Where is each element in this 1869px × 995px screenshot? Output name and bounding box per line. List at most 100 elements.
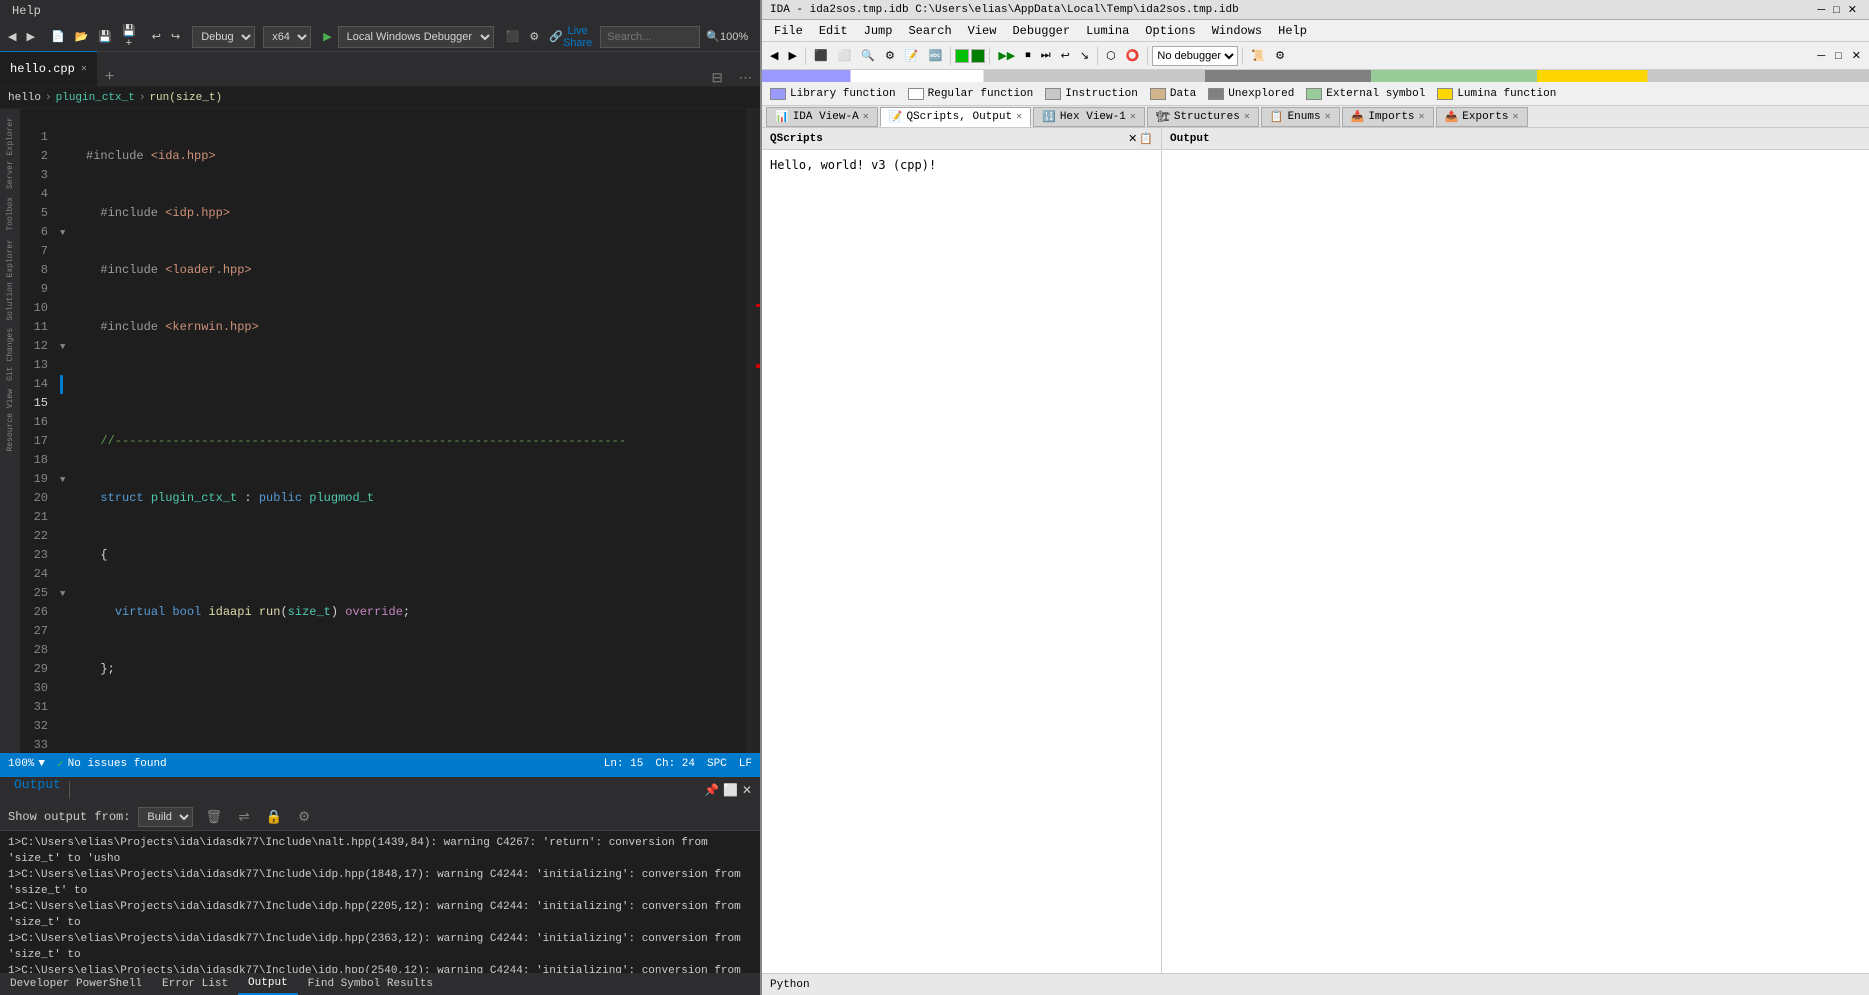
ida-btn-5[interactable]: 📝	[901, 45, 923, 67]
tab-hello-cpp[interactable]: hello.cpp ✕	[0, 51, 97, 86]
ida-attach-btn[interactable]: ⬡	[1102, 45, 1120, 67]
output-settings-btn[interactable]: ⚙	[294, 807, 314, 827]
tab-close-btn[interactable]: ✕	[81, 63, 87, 75]
ida-stop-btn[interactable]: ⏹	[1021, 45, 1035, 67]
code-content[interactable]: #include <ida.hpp> #include <idp.hpp> #i…	[78, 109, 746, 753]
ida-tab-imp-close[interactable]: ✕	[1419, 111, 1425, 123]
ida-tab-hex-close[interactable]: ✕	[1130, 111, 1136, 123]
arch-dropdown[interactable]: x64	[263, 26, 311, 48]
new-tab-btn[interactable]: +	[97, 68, 122, 86]
ida-minimize-panel-btn[interactable]: ─	[1813, 45, 1829, 67]
live-share-btn[interactable]: 🔗 Live Share	[545, 26, 596, 48]
clear-output-btn[interactable]: 🗑	[201, 807, 226, 827]
ida-minimize-btn[interactable]: ─	[1813, 4, 1829, 16]
save-all-btn[interactable]: 💾+	[118, 26, 140, 48]
ida-menu-view[interactable]: View	[960, 20, 1005, 41]
debugger-dropdown[interactable]: Local Windows Debugger	[338, 26, 494, 48]
word-wrap-btn[interactable]: ⇌	[234, 807, 253, 827]
search-input[interactable]	[600, 26, 700, 48]
lock-scroll-btn[interactable]: 🔒	[262, 807, 287, 827]
tab-developer-ps[interactable]: Developer PowerShell	[0, 973, 152, 995]
ida-tab-view-a[interactable]: 📊 IDA View-A ✕	[766, 107, 878, 127]
new-file-btn[interactable]: 📄	[47, 26, 69, 48]
sidebar-label-toolbox[interactable]: Toolbox	[6, 193, 15, 235]
ida-close-panel-btn[interactable]: ✕	[1848, 45, 1865, 67]
ida-tab-enum-close[interactable]: ✕	[1325, 111, 1331, 123]
breadcrumb-plugin[interactable]: plugin_ctx_t	[56, 92, 135, 104]
ida-menu-file[interactable]: File	[766, 20, 811, 41]
status-zoom[interactable]: 100% ▼	[8, 758, 45, 770]
ida-detach-btn[interactable]: ⭕	[1122, 45, 1144, 67]
ida-menu-jump[interactable]: Jump	[856, 20, 901, 41]
ida-settings-btn[interactable]: ⚙	[1271, 45, 1289, 67]
sidebar-label-server[interactable]: Server Explorer	[6, 113, 15, 193]
ida-tab-a-close[interactable]: ✕	[863, 111, 869, 123]
ida-menu-search[interactable]: Search	[900, 20, 959, 41]
ida-menu-help[interactable]: Help	[1270, 20, 1315, 41]
settings-btn[interactable]: ⚙	[525, 26, 543, 48]
status-no-issues[interactable]: ✓ No issues found	[57, 757, 167, 771]
ida-tab-q-close[interactable]: ✕	[1016, 111, 1022, 123]
status-line-ending[interactable]: LF	[739, 758, 752, 770]
ida-maximize-btn[interactable]: □	[1829, 4, 1844, 16]
sidebar-label-git[interactable]: Git Changes	[6, 324, 15, 385]
ida-into-btn[interactable]: ↘	[1076, 45, 1093, 67]
ida-btn-4[interactable]: ⚙	[881, 45, 899, 67]
status-col[interactable]: Ch: 24	[655, 758, 695, 770]
ida-btn-3[interactable]: 🔍	[857, 45, 879, 67]
ida-menu-debugger[interactable]: Debugger	[1004, 20, 1078, 41]
open-btn[interactable]: 📂	[71, 26, 93, 48]
nav-forward-btn[interactable]: ▶	[22, 26, 38, 48]
breadcrumb-hello[interactable]: hello	[8, 92, 41, 104]
ida-menu-options[interactable]: Options	[1137, 20, 1203, 41]
scroll-indicator[interactable]	[746, 109, 760, 753]
sidebar-label-resource[interactable]: Resource View	[6, 385, 15, 455]
output-close-btn[interactable]: ✕	[742, 783, 752, 797]
qscripts-copy-btn[interactable]: 📋	[1139, 132, 1153, 145]
breadcrumb-run[interactable]: run(size_t)	[149, 92, 222, 104]
ida-tab-qscripts[interactable]: 📝 QScripts, Output ✕	[880, 107, 1031, 127]
ida-nav-back[interactable]: ◀	[766, 45, 782, 67]
undo-btn[interactable]: ↩	[148, 26, 165, 48]
save-btn[interactable]: 💾	[94, 26, 116, 48]
redo-btn[interactable]: ↪	[167, 26, 184, 48]
search-btn[interactable]: 🔍 100%	[702, 26, 752, 48]
ida-tab-structures[interactable]: 🏗 Structures ✕	[1147, 107, 1259, 127]
ida-tab-exports[interactable]: 📤 Exports ✕	[1436, 107, 1528, 127]
ida-menu-windows[interactable]: Windows	[1204, 20, 1270, 41]
sidebar-label-solution[interactable]: Solution Explorer	[6, 235, 15, 325]
ida-tab-hex[interactable]: 🔢 Hex View-1 ✕	[1033, 107, 1145, 127]
run-debugger-btn[interactable]: ▶	[319, 26, 335, 48]
output-title[interactable]: Output	[8, 777, 67, 803]
ida-tab-imports[interactable]: 📥 Imports ✕	[1342, 107, 1434, 127]
status-line[interactable]: Ln: 15	[604, 758, 644, 770]
debug-config-dropdown[interactable]: Debug	[192, 26, 255, 48]
output-float-btn[interactable]: ⬜	[723, 783, 738, 797]
ida-script-btn[interactable]: 📜	[1247, 45, 1269, 67]
output-content[interactable]: 1>C:\Users\elias\Projects\ida\idasdk77\I…	[0, 831, 760, 973]
split-editor-btn[interactable]: ⊟	[704, 70, 731, 86]
ida-tab-enums[interactable]: 📋 Enums ✕	[1261, 107, 1340, 127]
qscripts-close-btn[interactable]: ✕	[1128, 132, 1137, 145]
tab-error-list[interactable]: Error List	[152, 973, 238, 995]
ida-tab-str-close[interactable]: ✕	[1244, 111, 1250, 123]
ida-close-btn[interactable]: ✕	[1844, 3, 1861, 16]
ida-nav-forward[interactable]: ▶	[784, 45, 800, 67]
ida-btn-2[interactable]: ⬜	[834, 45, 856, 67]
ida-step-btn[interactable]: ⏭	[1037, 45, 1055, 67]
nav-back-btn[interactable]: ◀	[4, 26, 20, 48]
ida-btn-6[interactable]: 🔤	[925, 45, 947, 67]
ida-tab-exp-close[interactable]: ✕	[1513, 111, 1519, 123]
ida-menu-lumina[interactable]: Lumina	[1078, 20, 1137, 41]
tab-output[interactable]: Output	[238, 973, 298, 995]
tab-find-symbol[interactable]: Find Symbol Results	[298, 973, 443, 995]
ida-over-btn[interactable]: ↩	[1057, 45, 1074, 67]
breakpoint-btn[interactable]: ⬛	[502, 26, 524, 48]
ida-maximize-panel-btn[interactable]: □	[1831, 45, 1846, 67]
status-encoding[interactable]: SPC	[707, 758, 727, 770]
ida-debugger-select[interactable]: No debugger	[1152, 46, 1238, 66]
ida-run-btn[interactable]: ▶▶	[994, 45, 1019, 67]
output-pin-btn[interactable]: 📌	[704, 783, 719, 797]
ida-btn-1[interactable]: ⬛	[810, 45, 832, 67]
vs-menu-help[interactable]: Help	[4, 0, 49, 22]
